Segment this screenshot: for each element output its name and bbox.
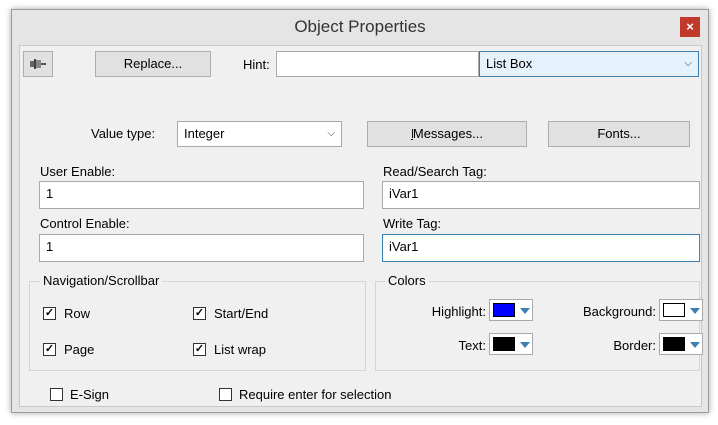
hint-input[interactable]	[276, 51, 479, 77]
window-title: Object Properties	[294, 17, 426, 36]
object-type-select[interactable]: List Box ⌵	[479, 51, 699, 77]
value-type-label: Value type:	[91, 126, 156, 141]
messages-button[interactable]: MMessages...	[367, 121, 527, 147]
read-tag-label: Read/Search Tag:	[383, 164, 487, 179]
navigation-group: Navigation/Scrollbar ✓ Row ✓ Page ✓ Star…	[29, 273, 366, 371]
colors-group: Colors Highlight: Text: Background: Bord…	[375, 273, 703, 371]
start-end-label: Start/End	[214, 306, 269, 321]
object-type-value: List Box	[486, 56, 533, 71]
hint-label: Hint:	[243, 57, 270, 72]
write-tag-input[interactable]: iVar1	[382, 234, 700, 262]
page-label: Page	[64, 342, 95, 357]
replace-button[interactable]: Replace...	[95, 51, 211, 77]
dropdown-arrow-icon	[690, 342, 700, 348]
row-label: Row	[64, 306, 91, 321]
colors-group-title: Colors	[385, 273, 429, 288]
chevron-down-icon: ⌵	[684, 58, 692, 69]
esign-option[interactable]: E-Sign	[50, 387, 170, 403]
messages-label: Messages...	[412, 126, 483, 141]
esign-checkbox[interactable]	[50, 388, 63, 401]
highlight-label: Highlight:	[431, 304, 486, 319]
write-tag-label: Write Tag:	[383, 216, 442, 231]
pin-button[interactable]	[23, 51, 53, 77]
dropdown-arrow-icon	[520, 308, 530, 314]
value-type-select[interactable]: Integer ⌵	[177, 121, 342, 147]
background-color-picker[interactable]	[659, 299, 703, 321]
border-color-picker[interactable]	[659, 333, 703, 355]
user-enable-input[interactable]: 1	[39, 181, 364, 209]
fonts-button[interactable]: Fonts...	[548, 121, 690, 147]
control-enable-input[interactable]: 1	[39, 234, 364, 262]
page-checkbox[interactable]: ✓	[43, 343, 56, 356]
control-enable-label: Control Enable:	[40, 216, 130, 231]
highlight-swatch	[493, 303, 515, 317]
row-checkbox[interactable]: ✓	[43, 307, 56, 320]
object-properties-window: Object Properties × Replace... Hint: Lis…	[11, 9, 709, 413]
user-enable-label: User Enable:	[40, 164, 116, 179]
pin-icon	[30, 59, 46, 69]
title-bar[interactable]: Object Properties ×	[12, 10, 708, 44]
text-color-picker[interactable]	[489, 333, 533, 355]
list-wrap-label: List wrap	[214, 342, 267, 357]
list-wrap-checkbox[interactable]: ✓	[193, 343, 206, 356]
start-end-checkbox[interactable]: ✓	[193, 307, 206, 320]
value-type-value: Integer	[184, 126, 225, 141]
text-swatch	[493, 337, 515, 351]
close-button[interactable]: ×	[680, 17, 700, 37]
dialog-body: Replace... Hint: List Box ⌵ Value type: …	[19, 45, 703, 407]
border-swatch	[663, 337, 685, 351]
esign-label: E-Sign	[70, 387, 110, 402]
read-tag-input[interactable]: iVar1	[382, 181, 700, 209]
border-label: Border:	[613, 338, 656, 353]
dropdown-arrow-icon	[520, 342, 530, 348]
require-enter-checkbox[interactable]	[219, 388, 232, 401]
dropdown-arrow-icon	[690, 308, 700, 314]
require-enter-option[interactable]: Require enter for selection	[219, 387, 469, 403]
highlight-color-picker[interactable]	[489, 299, 533, 321]
background-swatch	[663, 303, 685, 317]
chevron-down-icon: ⌵	[327, 128, 335, 139]
text-color-label: Text:	[458, 338, 486, 353]
background-label: Background:	[583, 304, 656, 319]
navigation-group-title: Navigation/Scrollbar	[40, 273, 163, 288]
require-enter-label: Require enter for selection	[239, 387, 392, 402]
